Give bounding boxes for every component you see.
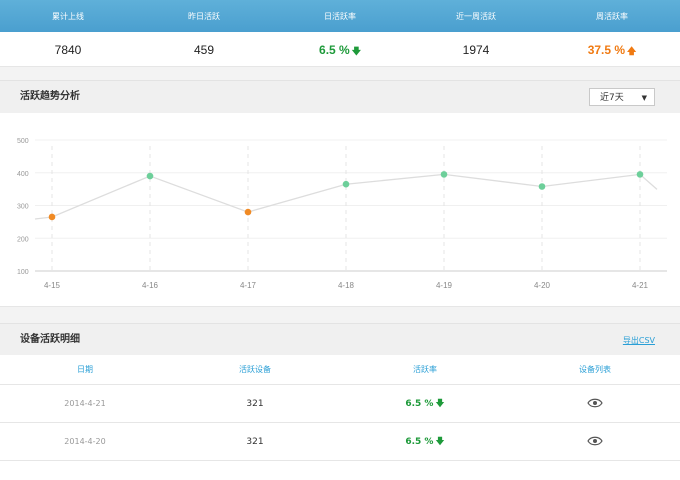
y-tick-label: 500 [17, 138, 29, 145]
row-date: 2014-4-21 [64, 399, 106, 408]
eye-icon[interactable] [587, 398, 603, 408]
range-select[interactable]: 近7天 ▼ [589, 88, 655, 106]
row-device-list [510, 436, 680, 447]
detail-section-header: 设备活跃明细 导出CSV [0, 323, 680, 357]
trend-title: 活跃趋势分析 [20, 91, 80, 102]
x-tick-label: 4-15 [44, 281, 61, 290]
row-device-list [510, 398, 680, 409]
stat-header-week-active: 近一周活跃 [456, 12, 496, 21]
stats-header: 累计上线 昨日活跃 日活跃率 近一周活跃 周活跃率 [0, 0, 680, 32]
data-point [48, 213, 56, 221]
x-tick-label: 4-20 [534, 281, 551, 290]
export-csv-link[interactable]: 导出CSV [623, 324, 655, 358]
row-rate-cell: 6.5 % 🡇 [340, 396, 510, 412]
column-rate[interactable]: 活跃率 [340, 355, 510, 384]
row-rate: 6.5 % [405, 398, 434, 409]
row-devices: 321 [246, 436, 264, 447]
x-tick-label: 4-21 [632, 281, 649, 290]
data-point [538, 183, 546, 190]
x-tick-label: 4-16 [142, 281, 159, 290]
trend-chart-panel: 500 400 300 200 100 4-15 4-16 4-17 4-18 4-19 4-20 4… [0, 113, 680, 307]
stat-yesterday-value: 459 [193, 43, 215, 57]
stat-week-active-value: 1974 [462, 43, 490, 57]
x-tick-label: 4-17 [240, 281, 257, 290]
arrow-down-icon: 🡇 [435, 436, 445, 447]
range-select-value: 近7天 [600, 93, 624, 103]
data-point [636, 171, 644, 178]
x-tick-label: 4-19 [436, 281, 453, 290]
y-tick-label: 300 [17, 204, 29, 211]
stat-header-daily-rate: 日活跃率 [324, 12, 356, 21]
data-point [440, 171, 448, 178]
row-date: 2014-4-20 [64, 437, 106, 446]
stat-header-weekly-rate: 周活跃率 [596, 12, 628, 21]
stat-weekly-rate: 37.5 % 🡅 [544, 32, 680, 66]
trend-section-header: 活跃趋势分析 近7天 ▼ [0, 80, 680, 114]
trend-line-chart: 500 400 300 200 100 4-15 4-16 4-17 4-18 4-19 4-20 4… [17, 138, 667, 290]
data-point [146, 172, 154, 180]
stat-total-value: 7840 [54, 43, 82, 57]
table-row: 2014-4-21 321 6.5 % 🡇 [0, 385, 680, 423]
data-point [342, 180, 350, 188]
arrow-down-icon: 🡇 [435, 398, 445, 409]
stats-values: 7840 459 6.5 % 🡇 1974 37.5 % 🡅 [0, 32, 680, 67]
stat-daily-rate: 6.5 % 🡇 [272, 32, 408, 66]
eye-icon[interactable] [587, 436, 603, 446]
dashboard-page: 累计上线 昨日活跃 日活跃率 近一周活跃 周活跃率 7840 459 6.5 %… [0, 0, 680, 480]
table-header: 日期 活跃设备 活跃率 设备列表 [0, 355, 680, 385]
column-device-list[interactable]: 设备列表 [510, 355, 680, 384]
x-tick-label: 4-18 [338, 281, 355, 290]
stat-daily-rate-value: 6.5 % [319, 43, 350, 57]
y-tick-label: 200 [17, 236, 29, 243]
arrow-up-icon: 🡅 [627, 46, 637, 56]
detail-title: 设备活跃明细 [20, 334, 80, 345]
caret-down-icon: ▼ [641, 94, 647, 102]
stat-header-total: 累计上线 [52, 12, 84, 21]
stat-weekly-rate-value: 37.5 % [587, 43, 626, 57]
table-row: 2014-4-20 321 6.5 % 🡇 [0, 423, 680, 461]
row-devices: 321 [246, 398, 264, 409]
detail-table: 日期 活跃设备 活跃率 设备列表 2014-4-21 321 6.5 % 🡇 20… [0, 355, 680, 480]
y-tick-label: 100 [17, 269, 29, 276]
row-rate: 6.5 % [405, 436, 434, 447]
arrow-down-icon: 🡇 [351, 46, 361, 56]
column-date[interactable]: 日期 [0, 355, 170, 384]
column-devices[interactable]: 活跃设备 [170, 355, 340, 384]
stat-header-yesterday: 昨日活跃 [188, 12, 220, 21]
row-rate-cell: 6.5 % 🡇 [340, 434, 510, 450]
data-point [244, 208, 252, 216]
y-tick-label: 400 [17, 171, 29, 178]
